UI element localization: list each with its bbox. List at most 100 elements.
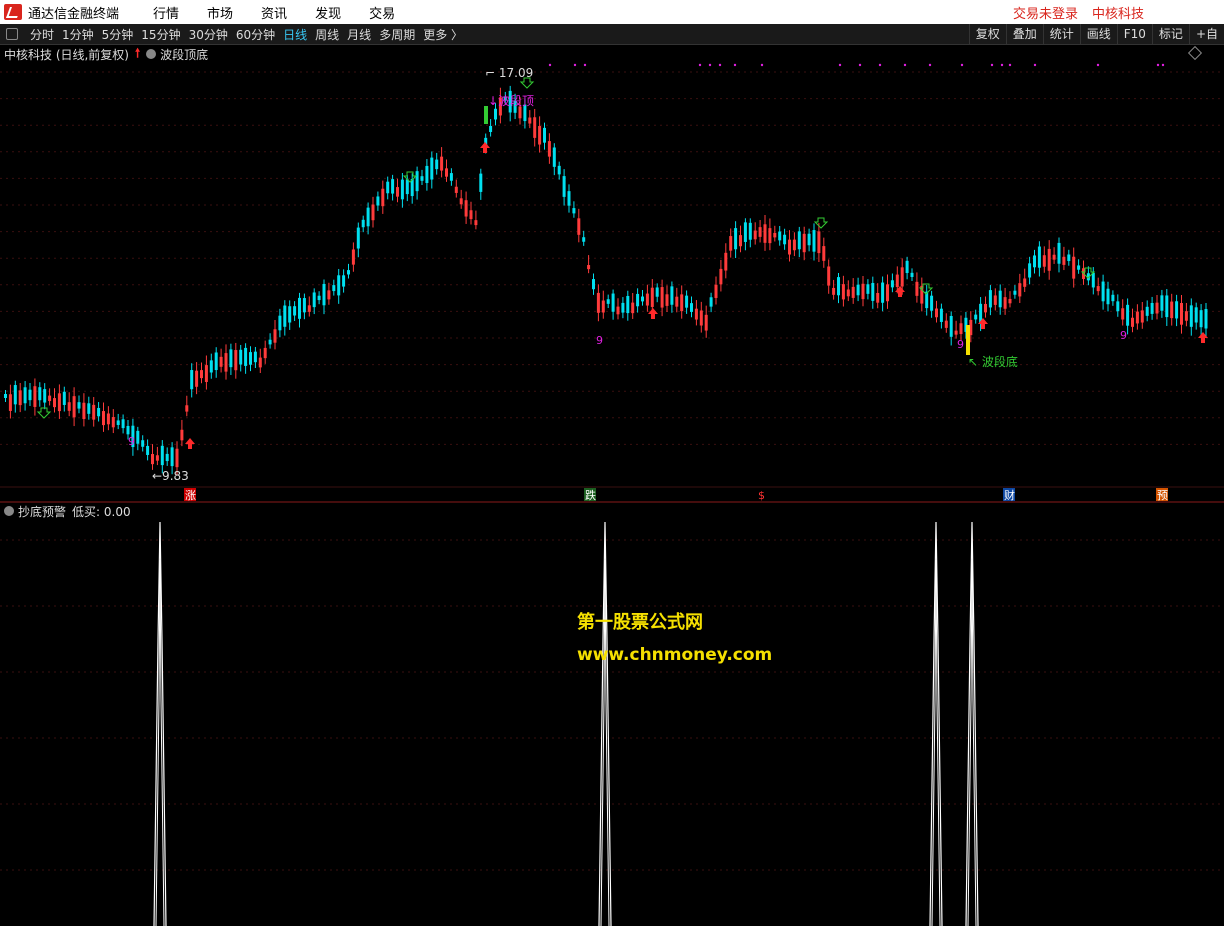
candle-body [1111,294,1115,302]
event-marker-label: $ [758,489,765,502]
candle-body [616,306,620,315]
candle-body [694,308,698,320]
candle-body [699,310,703,326]
candle-body [1028,263,1032,278]
candle-body [53,398,56,408]
sequence-nine-label: 9 [1120,329,1127,342]
candle-body [165,453,169,462]
candle-body [347,270,350,275]
sell-arrow-icon [813,217,829,229]
candle-body [626,295,630,314]
candle-body [788,239,791,255]
signal-dot [708,63,712,67]
candle-body [102,411,105,426]
sub-chart-header: 抄底预警 低买: 0.00 [0,503,131,519]
candle-body [930,295,934,311]
candle-body [837,277,840,296]
candle-body [949,315,953,337]
candle-body [935,308,938,318]
candle-body [332,285,336,292]
candle-body [1199,310,1203,328]
candle-body [910,272,914,277]
candle-body [278,315,282,331]
signal-dot [718,63,722,67]
candle-body [876,292,880,303]
candle-body [253,351,257,363]
candle-body [900,267,904,287]
candle-body [337,275,341,296]
kline-chart[interactable]: 9 9 9 9 ⌐ 17.09 ←9.83 ↓波段顶 ↖ 波段底涨 跌 $ 财 预 [0,0,1224,926]
candle-body [126,425,130,435]
candle-body [249,352,252,365]
candle-body [1101,281,1105,302]
candle-body [1096,286,1100,292]
indicator-name[interactable]: 波段顶底 [160,46,208,63]
candle-body [116,420,120,425]
candle-body [871,282,875,301]
candle-body [1018,283,1022,297]
signal-dot [1096,63,1100,67]
candle-body [1077,265,1081,270]
candle-body [420,176,424,181]
buy-arrow-icon [648,308,658,319]
candle-body [636,293,640,307]
candle-body [1067,254,1071,262]
candle-body [543,127,546,143]
candle-body [846,289,850,297]
candle-body [944,320,948,328]
candle-body [915,281,919,296]
candle-body [494,108,497,120]
alert-spike-line [931,559,941,926]
candle-body [48,395,52,402]
candle-body [327,290,331,300]
candle-body [719,268,723,285]
candle-body [905,260,909,274]
candle-body [763,224,767,243]
candle-body [82,402,86,420]
sub-indicator-name[interactable]: 抄底预警 [18,503,66,520]
candle-body [92,404,96,420]
indicator-menu-icon[interactable] [146,49,157,59]
candle-body [856,284,860,296]
candle-body [1135,311,1139,324]
candle-body [454,186,458,193]
candle-body [861,283,865,300]
candle-body [1023,278,1027,287]
candle-body [895,274,899,288]
candle-body [72,396,76,418]
candle-body [244,347,248,366]
candle-body [680,294,684,312]
watermark-line1: 第一股票公式网 [577,612,703,633]
candle-body [533,117,537,138]
candle-body [38,387,42,401]
candle-body [807,233,811,246]
wave-bottom-bar [966,325,970,355]
candle-body [817,231,821,254]
candle-body [954,330,958,335]
signal-dot [1008,63,1012,67]
candle-body [572,208,576,214]
candle-body [435,159,439,170]
candle-body [33,386,37,407]
candle-body [729,236,733,251]
candle-body [1131,317,1134,327]
candle-body [121,419,125,429]
candle-body [175,448,179,468]
candle-body [631,302,635,314]
candle-body [376,196,380,206]
candle-body [474,220,478,226]
candle-body [812,230,816,252]
sequence-nine-label: 9 [596,334,603,347]
signal-dot [573,63,577,67]
candle-body [400,179,404,200]
sequence-nine-label: 9 [128,435,135,448]
candle-body [445,168,448,177]
watermark-line2: www.chnmoney.com [577,645,773,665]
candle-body [714,284,718,298]
candle-body [425,165,429,184]
wave-bottom-label: ↖ 波段底 [968,354,1018,369]
candle-body [753,230,757,240]
candle-body [356,227,360,249]
candle-body [396,187,399,197]
sub-indicator-menu-icon[interactable] [4,506,14,516]
